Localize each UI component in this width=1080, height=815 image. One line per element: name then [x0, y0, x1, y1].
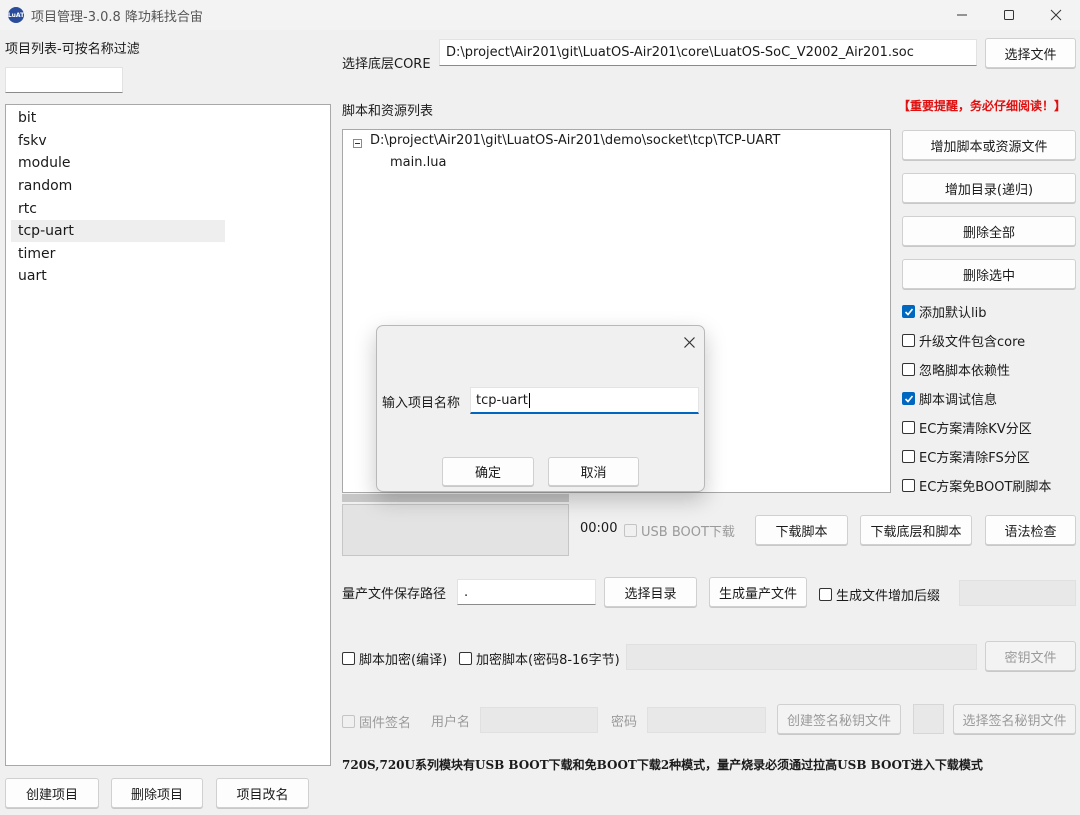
delete-all-button[interactable]: 删除全部 — [902, 216, 1076, 246]
password-label: 密码 — [611, 715, 638, 730]
option-ignore-deps[interactable]: 忽略脚本依赖性 — [902, 360, 1010, 379]
encrypt-script-checkbox[interactable]: 加密脚本(密码8-16字节) — [459, 649, 620, 668]
add-suffix-checkbox[interactable]: 生成文件增加后缀 — [819, 585, 940, 604]
option-no-boot-flash[interactable]: EC方案免BOOT刷脚本 — [902, 476, 1051, 495]
project-item-module[interactable]: module — [11, 152, 225, 174]
project-name-dialog: 输入项目名称 tcp-uart 确定 取消 — [376, 325, 705, 492]
add-directory-button[interactable]: 增加目录(递归) — [902, 173, 1076, 203]
option-label: 忽略脚本依赖性 — [919, 364, 1011, 379]
tree-file-main-lua[interactable]: main.lua — [390, 155, 446, 170]
minimize-icon[interactable] — [939, 0, 985, 30]
usb-boot-label: USB BOOT下载 — [641, 525, 735, 540]
select-core-file-button[interactable]: 选择文件 — [985, 38, 1076, 68]
close-icon[interactable] — [1033, 0, 1079, 30]
checkbox-icon — [902, 421, 915, 434]
dialog-ok-button[interactable]: 确定 — [442, 457, 534, 486]
add-script-file-button[interactable]: 增加脚本或资源文件 — [902, 130, 1076, 160]
compile-encrypt-checkbox[interactable]: 脚本加密(编译) — [342, 649, 447, 668]
option-clear-fs[interactable]: EC方案清除FS分区 — [902, 447, 1030, 466]
firmware-sign-label: 固件签名 — [359, 716, 412, 731]
firmware-sign-checkbox[interactable]: 固件签名 — [342, 712, 411, 731]
core-label: 选择底层CORE — [342, 57, 431, 72]
checkbox-icon — [902, 334, 915, 347]
username-field[interactable] — [480, 707, 598, 733]
generate-mass-file-button[interactable]: 生成量产文件 — [709, 577, 807, 607]
text-cursor — [528, 392, 530, 408]
download-script-button[interactable]: 下载脚本 — [755, 515, 848, 545]
project-filter-input[interactable] — [5, 67, 123, 93]
project-item-uart[interactable]: uart — [11, 265, 225, 287]
compile-encrypt-label: 脚本加密(编译) — [359, 653, 448, 668]
option-label: 添加默认lib — [919, 306, 987, 321]
project-name-value: tcp-uart — [476, 392, 528, 408]
option-clear-kv[interactable]: EC方案清除KV分区 — [902, 418, 1032, 437]
tree-root-folder[interactable]: D:\project\Air201\git\LuatOS-Air201\demo… — [370, 133, 780, 148]
download-core-script-button[interactable]: 下载底层和脚本 — [860, 515, 972, 545]
encrypt-script-label: 加密脚本(密码8-16字节) — [476, 653, 620, 668]
checkbox-icon — [342, 715, 355, 728]
suffix-field[interactable] — [959, 580, 1076, 606]
delete-project-button[interactable]: 删除项目 — [111, 778, 203, 808]
elapsed-time: 00:00 — [580, 521, 618, 536]
checkbox-icon — [902, 363, 915, 376]
create-project-button[interactable]: 创建项目 — [5, 778, 99, 808]
dialog-close-icon[interactable] — [678, 331, 700, 353]
checkbox-icon — [902, 450, 915, 463]
password-field[interactable] — [647, 707, 766, 733]
project-item-random[interactable]: random — [11, 175, 225, 197]
project-item-bit[interactable]: bit — [11, 107, 225, 129]
project-filter-label: 项目列表-可按名称过滤 — [5, 42, 140, 57]
progress-area — [342, 504, 569, 556]
maximize-icon[interactable] — [986, 0, 1032, 30]
option-label: 脚本调试信息 — [919, 393, 998, 408]
project-name-input[interactable]: tcp-uart — [470, 387, 699, 414]
option-label: 升级文件包含core — [919, 335, 1026, 350]
checkbox-icon — [819, 588, 832, 601]
username-label: 用户名 — [431, 715, 471, 730]
option-add-default-lib[interactable]: 添加默认lib — [902, 302, 986, 321]
dialog-prompt-label: 输入项目名称 — [382, 396, 461, 411]
checkbox-checked-icon — [902, 392, 915, 405]
delete-selected-button[interactable]: 删除选中 — [902, 259, 1076, 289]
important-warning-link[interactable]: 【重要提醒，务必仔细阅读！】 — [898, 97, 1066, 114]
usb-boot-checkbox[interactable]: USB BOOT下载 — [624, 521, 735, 540]
encrypt-key-field[interactable] — [626, 644, 977, 670]
option-label: EC方案清除FS分区 — [919, 451, 1030, 466]
title-bar: LuAT 项目管理-3.0.8 降功耗找合宙 — [0, 0, 1080, 30]
usb-boot-notice: 720S,720U系列模块有USB BOOT下载和免BOOT下载2种模式，量产烧… — [342, 758, 983, 772]
script-list-label: 脚本和资源列表 — [342, 104, 434, 119]
option-label: EC方案清除KV分区 — [919, 422, 1032, 437]
checkbox-icon — [459, 652, 472, 665]
window-title: 项目管理-3.0.8 降功耗找合宙 — [31, 10, 203, 25]
tree-scrollbar[interactable] — [342, 494, 569, 502]
add-suffix-label: 生成文件增加后缀 — [836, 589, 941, 604]
mass-path-field[interactable]: . — [457, 579, 596, 605]
checkbox-icon — [342, 652, 355, 665]
select-directory-button[interactable]: 选择目录 — [604, 577, 697, 607]
luat-app-icon: LuAT — [8, 7, 24, 23]
checkbox-icon — [624, 524, 637, 537]
checkbox-checked-icon — [902, 305, 915, 318]
rename-project-button[interactable]: 项目改名 — [216, 778, 309, 808]
project-item-fskv[interactable]: fskv — [11, 130, 225, 152]
project-item-timer[interactable]: timer — [11, 243, 225, 265]
checkbox-icon — [902, 479, 915, 492]
option-include-core[interactable]: 升级文件包含core — [902, 331, 1025, 350]
key-file-button[interactable]: 密钥文件 — [985, 641, 1076, 671]
project-list[interactable]: bit fskv module random rtc tcp-uart time… — [5, 104, 331, 766]
project-item-tcp-uart[interactable]: tcp-uart — [11, 220, 225, 242]
option-debug-info[interactable]: 脚本调试信息 — [902, 389, 997, 408]
dialog-cancel-button[interactable]: 取消 — [548, 457, 639, 486]
mass-path-label: 量产文件保存路径 — [342, 587, 447, 602]
core-path-field[interactable]: D:\project\Air201\git\LuatOS-Air201\core… — [439, 39, 977, 66]
project-item-rtc[interactable]: rtc — [11, 198, 225, 220]
syntax-check-button[interactable]: 语法检查 — [985, 515, 1076, 545]
create-sign-key-button[interactable]: 创建签名秘钥文件 — [777, 704, 901, 734]
option-label: EC方案免BOOT刷脚本 — [919, 480, 1052, 495]
select-sign-key-button[interactable]: 选择签名秘钥文件 — [953, 704, 1076, 734]
sign-key-indicator — [913, 704, 944, 734]
collapse-icon[interactable] — [353, 139, 362, 148]
